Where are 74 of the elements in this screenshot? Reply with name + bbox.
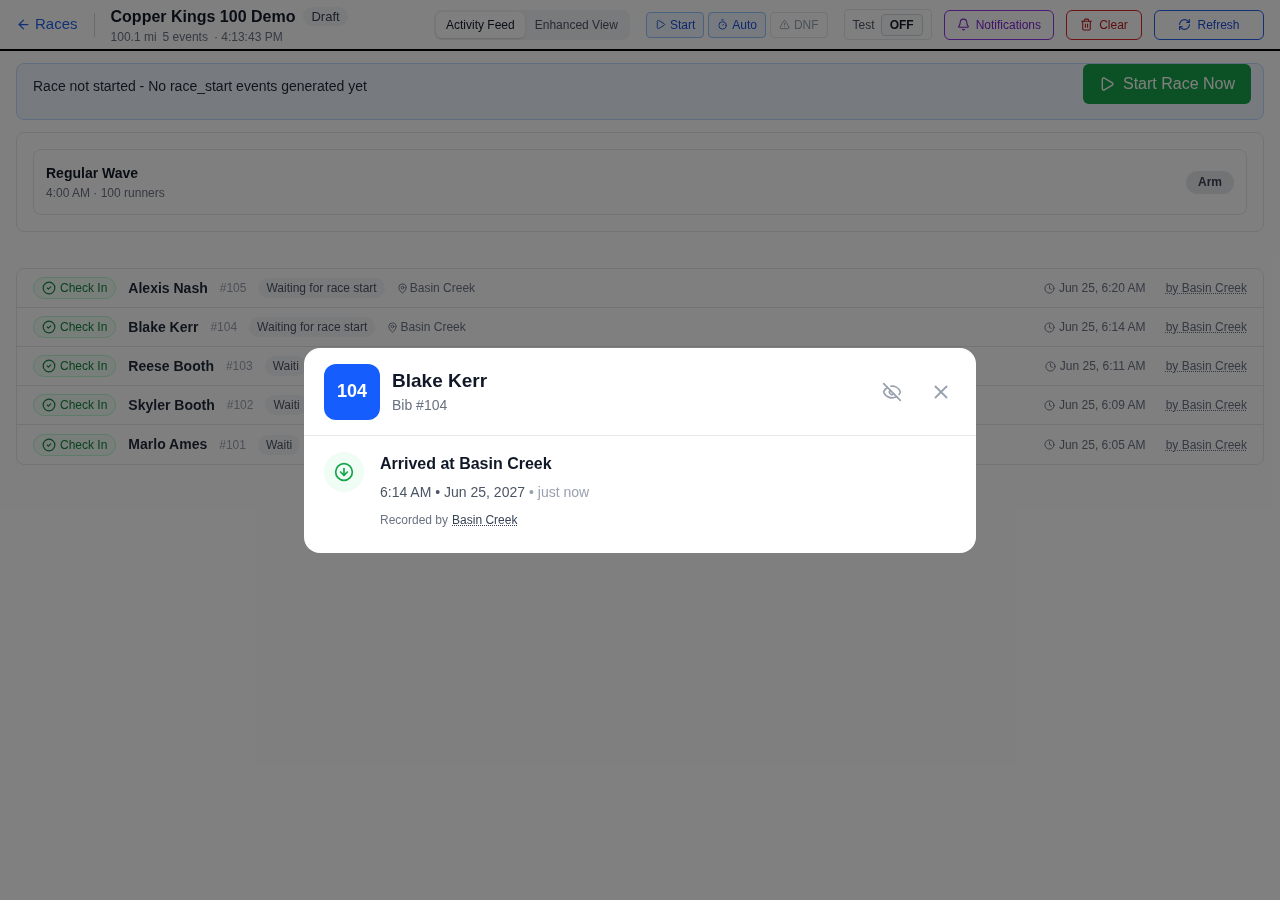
banner-message: Race not started - No race_start events generated yet [33,77,367,96]
status-chip: Waiti [264,356,307,376]
clear-icon [1080,18,1094,31]
test-label: Test [852,16,875,34]
recorder-link[interactable]: by Basin Creek [1165,396,1247,414]
check-circle-icon [42,359,56,373]
event-time: Jun 25, 6:20 AM [1043,279,1146,297]
check-in-badge: Check In [33,355,117,377]
recorder-link[interactable]: Basin Creek [452,511,518,529]
location-label: Basin Creek [396,279,476,297]
arrow-down-circle-icon [334,462,354,482]
clock-icon [1043,282,1055,294]
dialog-bib: Bib #104 [392,396,449,416]
event-time: Jun 25, 6:11 AM [1044,357,1146,375]
start-race-button[interactable]: Start Race Now [1082,64,1251,104]
event-datetime: 6:14 AM • Jun 25, 2027 [380,483,525,502]
recorder-link[interactable]: by Basin Creek [1165,357,1247,375]
event-count: 5 events [162,28,208,45]
check-in-badge: Check In [33,316,117,338]
runner-name: Marlo Ames [128,435,208,454]
status-chip: Waiting for race start [249,317,376,337]
refresh-icon [1178,18,1192,31]
event-time: Jun 25, 6:05 AM [1043,435,1146,454]
test-toggle[interactable]: OFF [880,13,923,36]
start-button[interactable]: Start [645,11,705,38]
runner-name: Alexis Nash [128,278,208,298]
status-badge: Draft [303,6,348,27]
check-in-badge: Check In [33,277,117,299]
check-circle-icon [42,320,56,334]
pin-icon [387,321,399,333]
race-distance: 100.1 mi [110,28,157,45]
runner-name: Blake Kerr [128,317,199,337]
bib-badge: 104 [324,363,380,420]
recorder-link[interactable]: by Basin Creek [1165,279,1247,297]
auto-button[interactable]: Auto [708,11,766,38]
clock-icon [1043,399,1055,411]
clock-icon [1043,321,1055,333]
eye-off-icon [882,381,902,402]
clock-icon [1044,360,1056,372]
dialog-runner-name: Blake Kerr [392,368,489,393]
event-time: Jun 25, 6:14 AM [1043,318,1146,336]
check-circle-icon [42,398,56,412]
recorder-link[interactable]: by Basin Creek [1165,318,1247,336]
wave-detail: 4:00 AM · 100 runners [46,184,165,202]
location-label: Basin Creek [387,318,466,336]
runner-name: Skyler Booth [128,395,215,415]
status-chip: Waiti [257,434,301,455]
auto-icon [717,19,729,30]
relative-time: • just now [529,483,590,502]
view-tab[interactable]: Activity Feed [436,11,525,38]
check-circle-icon [42,437,56,452]
recorded-label: Recorded by [380,512,449,529]
recorder-link[interactable]: by Basin Creek [1165,435,1247,454]
status-chip: Waiting for race start [258,278,385,298]
view-tab[interactable]: Enhanced View [524,11,628,38]
event-time: Jun 25, 6:09 AM [1043,396,1146,414]
start-icon [654,19,666,30]
pin-icon [396,282,408,294]
check-in-badge: Check In [33,394,117,416]
event-title: Arrived at Basin Creek [380,454,553,474]
wave-name: Regular Wave [46,163,140,183]
notifications-button[interactable]: Notifications [943,9,1054,40]
runner-name: Reese Booth [128,356,214,376]
refresh-button[interactable]: Refresh [1154,9,1264,40]
clear-button[interactable]: Clear [1066,9,1142,40]
arm-button[interactable]: Arm [1186,170,1234,194]
back-link[interactable]: Races [16,13,78,36]
dnf-icon [778,19,790,30]
current-time: · 4:13:43 PM [213,28,283,45]
check-circle-icon [42,281,56,295]
check-in-badge: Check In [33,433,117,456]
notifications-icon [956,18,970,31]
clock-icon [1043,439,1055,450]
race-title: Copper Kings 100 Demo [110,6,296,27]
